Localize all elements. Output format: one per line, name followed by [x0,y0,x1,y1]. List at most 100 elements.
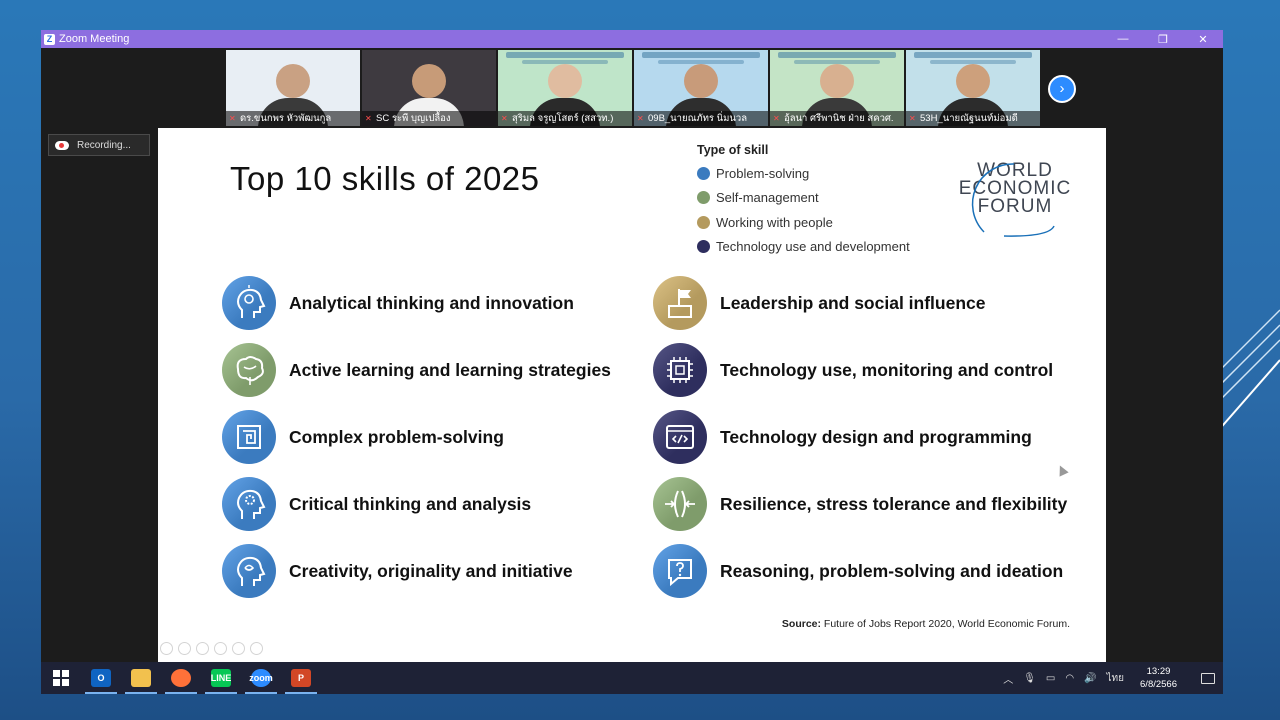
participant-name: 09B_นายณภัทร นิ่มนวล [634,111,768,126]
video-background-banner [778,52,896,58]
participant-strip: ดร.ขนกพร หัวพัฒนกูล ✕ SC ระพี บุญเปลื้อง ✕ ส… [226,50,1040,126]
line-icon: LINE [211,669,231,687]
participant-name: สุริมล จรูญโสตร์ (สสวท.) [498,111,632,126]
skill-item: Complex problem-solving [222,410,504,464]
language-indicator[interactable]: ไทย [1107,671,1124,686]
participant-tile[interactable]: สุริมล จรูญโสตร์ (สสวท.) ✕ [498,50,632,126]
chip-icon [653,343,707,397]
slide-controls [160,642,263,655]
muted-mic-icon: ✕ [501,114,508,123]
taskbar-explorer[interactable] [121,662,161,694]
skill-item: Reasoning, problem-solving and ideation [653,544,1063,598]
participant-tile[interactable]: SC ระพี บุญเปลื้อง ✕ [362,50,496,126]
taskbar-zoom[interactable]: zoom [241,662,281,694]
source-label: Source: [781,618,821,630]
clock-time: 13:29 [1146,666,1171,677]
windows-taskbar: O LINE zoom P ︿ 🎙 ▭ ◠ 🔊 ไทย 13:29 6/8/2566 [41,662,1223,694]
legend-item: Problem-solving [697,161,910,186]
maze-icon [222,410,276,464]
muted-mic-icon: ✕ [909,114,916,123]
source-note: Source: Future of Jobs Report 2020, Worl… [782,618,1070,630]
skill-label: Analytical thinking and innovation [289,292,574,313]
taskbar-firefox[interactable] [161,662,201,694]
close-button[interactable]: ✕ [1183,33,1223,46]
skill-item: Creativity, originality and initiative [222,544,573,598]
participant-face [276,64,310,98]
skill-item: Active learning and learning strategies [222,343,611,397]
window-titlebar[interactable]: Z Zoom Meeting — ❐ ✕ [41,30,1223,48]
outlook-icon: O [91,669,111,687]
skill-label: Critical thinking and analysis [289,493,532,514]
muted-mic-icon: ✕ [229,114,236,123]
legend-title: Type of skill [697,143,769,157]
explorer-icon [131,669,151,687]
wef-logo: WORLD ECONOMIC FORUM [954,161,1076,238]
wifi-icon[interactable]: ◠ [1065,673,1074,684]
participant-name: SC ระพี บุญเปลื้อง [362,111,496,126]
participant-tile[interactable]: ดร.ขนกพร หัวพัฒนกูล ✕ [226,50,360,126]
minimize-button[interactable]: — [1103,33,1143,45]
microphone-icon[interactable]: 🎙 [1023,673,1036,684]
volume-icon[interactable]: 🔊 [1084,673,1096,684]
participant-name: อุ้ลนา ศรีพานิช ฝ่าย สควศ. [770,111,904,126]
next-slide-icon[interactable] [178,642,191,655]
battery-icon[interactable]: ▭ [1046,673,1055,684]
legend-dot-icon [697,166,710,180]
participant-face [412,64,446,98]
skill-label: Creativity, originality and initiative [289,560,573,581]
taskbar-outlook[interactable]: O [81,662,121,694]
skill-type-legend: Type of skill Problem-solving Self-manage… [697,143,910,259]
system-tray: ︿ 🎙 ▭ ◠ 🔊 ไทย 13:29 6/8/2566 [1003,665,1223,691]
participant-name: ดร.ขนกพร หัวพัฒนกูล [226,111,360,126]
participant-face [956,64,990,98]
skill-label: Technology design and programming [720,426,1032,447]
muted-mic-icon: ✕ [637,114,644,123]
zoom-slide-icon[interactable] [232,642,245,655]
more-options-icon[interactable] [250,642,263,655]
legend-label: Self-management [716,190,819,206]
legend-dot-icon [697,240,710,254]
skill-label: Resilience, stress tolerance and flexibi… [720,493,1068,514]
windows-logo-icon [53,670,69,686]
skill-label: Leadership and social influence [720,292,986,313]
skill-item: Technology design and programming [653,410,1032,464]
window-title: Zoom Meeting [59,33,130,45]
slides-grid-icon[interactable] [214,642,227,655]
chevron-up-icon[interactable]: ︿ [1003,671,1013,686]
flag-podium-icon [653,276,707,330]
question-bubble-icon [653,544,707,598]
next-participants-button[interactable]: › [1048,75,1076,103]
zoom-icon: zoom [249,669,273,687]
skill-item: Technology use, monitoring and control [653,343,1053,397]
slide-title: Top 10 skills of 2025 [230,160,540,197]
participant-tile[interactable]: 09B_นายณภัทร นิ่มนวล ✕ [634,50,768,126]
gear-head-icon [222,477,276,531]
participant-tile[interactable]: อุ้ลนา ศรีพานิช ฝ่าย สควศ. ✕ [770,50,904,126]
start-button[interactable] [41,662,81,694]
shared-slide: Top 10 skills of 2025 Type of skill Prob… [158,128,1106,662]
idea-head-icon [222,544,276,598]
legend-dot-icon [697,215,710,229]
taskbar-line[interactable]: LINE [201,662,241,694]
skill-item: Resilience, stress tolerance and flexibi… [653,477,1067,531]
clock-date: 6/8/2566 [1140,679,1177,690]
video-background-banner [642,52,760,58]
restore-button[interactable]: ❐ [1143,33,1183,46]
recording-indicator[interactable]: Recording... [48,134,150,156]
legend-item: Technology use and development [697,235,910,260]
clock[interactable]: 13:29 6/8/2566 [1140,665,1177,691]
notification-icon[interactable] [1201,672,1215,684]
pen-icon[interactable] [196,642,209,655]
skill-label: Reasoning, problem-solving and ideation [720,560,1064,581]
participant-face [548,64,582,98]
muted-mic-icon: ✕ [773,114,780,123]
skill-label: Technology use, monitoring and control [720,359,1054,380]
skill-item: Analytical thinking and innovation [222,276,574,330]
skill-item: Leadership and social influence [653,276,986,330]
participant-tile[interactable]: 53H_นายณัฐนนท์ม่อมดี ✕ [906,50,1040,126]
participant-face [820,64,854,98]
legend-label: Technology use and development [716,239,910,255]
prev-slide-icon[interactable] [160,642,173,655]
taskbar-powerpoint[interactable]: P [281,662,321,694]
video-background-banner [506,52,624,58]
